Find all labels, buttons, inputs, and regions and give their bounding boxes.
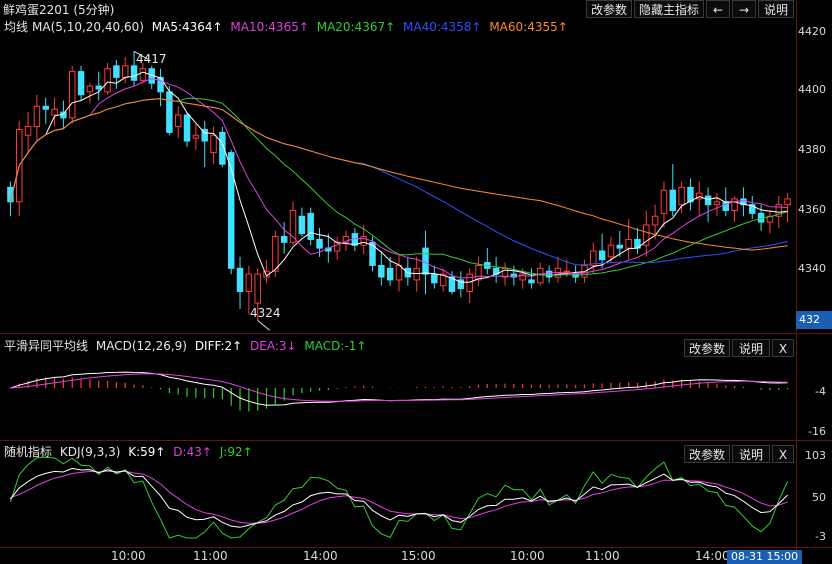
candle-body — [139, 68, 147, 81]
candle-body — [466, 273, 473, 292]
candle-body — [519, 273, 526, 281]
candle-body — [563, 270, 571, 273]
candle-body — [68, 71, 76, 119]
candle-body — [616, 244, 624, 249]
ma10-line — [9, 77, 788, 279]
candle-body — [660, 189, 668, 214]
candle-body — [157, 76, 164, 93]
macd-dea-line — [10, 373, 788, 402]
candle-body — [86, 85, 94, 93]
candle-body — [678, 186, 685, 206]
candle-body — [121, 65, 129, 78]
candle-body — [280, 236, 288, 243]
candle-body — [210, 134, 217, 154]
candle-body — [51, 108, 58, 116]
candle-body — [130, 65, 138, 81]
candle-body — [625, 238, 632, 249]
candle-body — [378, 264, 385, 278]
candle-body — [704, 195, 712, 206]
candle-body — [537, 267, 544, 284]
candle-body — [60, 111, 67, 119]
kdj-j-line — [9, 456, 789, 539]
candle-body — [669, 189, 677, 211]
candle-body — [784, 198, 791, 206]
candle-body — [528, 279, 535, 284]
candle-body — [104, 68, 111, 93]
ma60-line — [9, 98, 788, 251]
ma20-line — [9, 97, 788, 276]
candle-body — [713, 201, 721, 206]
candle-body — [166, 91, 173, 133]
candle-body — [413, 267, 420, 281]
ma40-line — [9, 98, 788, 266]
low-marker — [257, 320, 271, 331]
candle-body — [316, 238, 323, 249]
candle-body — [298, 215, 306, 235]
candle-body — [607, 244, 615, 258]
candle-body — [33, 105, 41, 128]
candle-body — [254, 273, 261, 304]
candle-body — [245, 273, 253, 292]
candle-body — [95, 85, 102, 90]
candle-body — [431, 273, 438, 284]
candle-body — [598, 250, 606, 261]
candle-body — [24, 126, 32, 136]
low-price-label: 4324 — [250, 306, 281, 320]
candle-body — [422, 247, 429, 275]
candle-body — [360, 236, 367, 246]
high-price-label: 4417 — [136, 52, 167, 66]
candle-body — [307, 212, 314, 240]
candle-body — [272, 236, 279, 272]
chart-canvas[interactable] — [0, 0, 832, 564]
candle-body — [192, 134, 200, 139]
candle-body — [386, 267, 394, 281]
candle-body — [236, 267, 244, 292]
candle-body — [42, 105, 49, 110]
candle-body — [395, 264, 403, 281]
candle-body — [731, 198, 738, 211]
candle-body — [651, 215, 659, 226]
candle-body — [475, 264, 482, 281]
candle-body — [77, 71, 85, 96]
candle-body — [174, 114, 182, 128]
candle-body — [183, 114, 191, 142]
candle-body — [113, 65, 120, 78]
